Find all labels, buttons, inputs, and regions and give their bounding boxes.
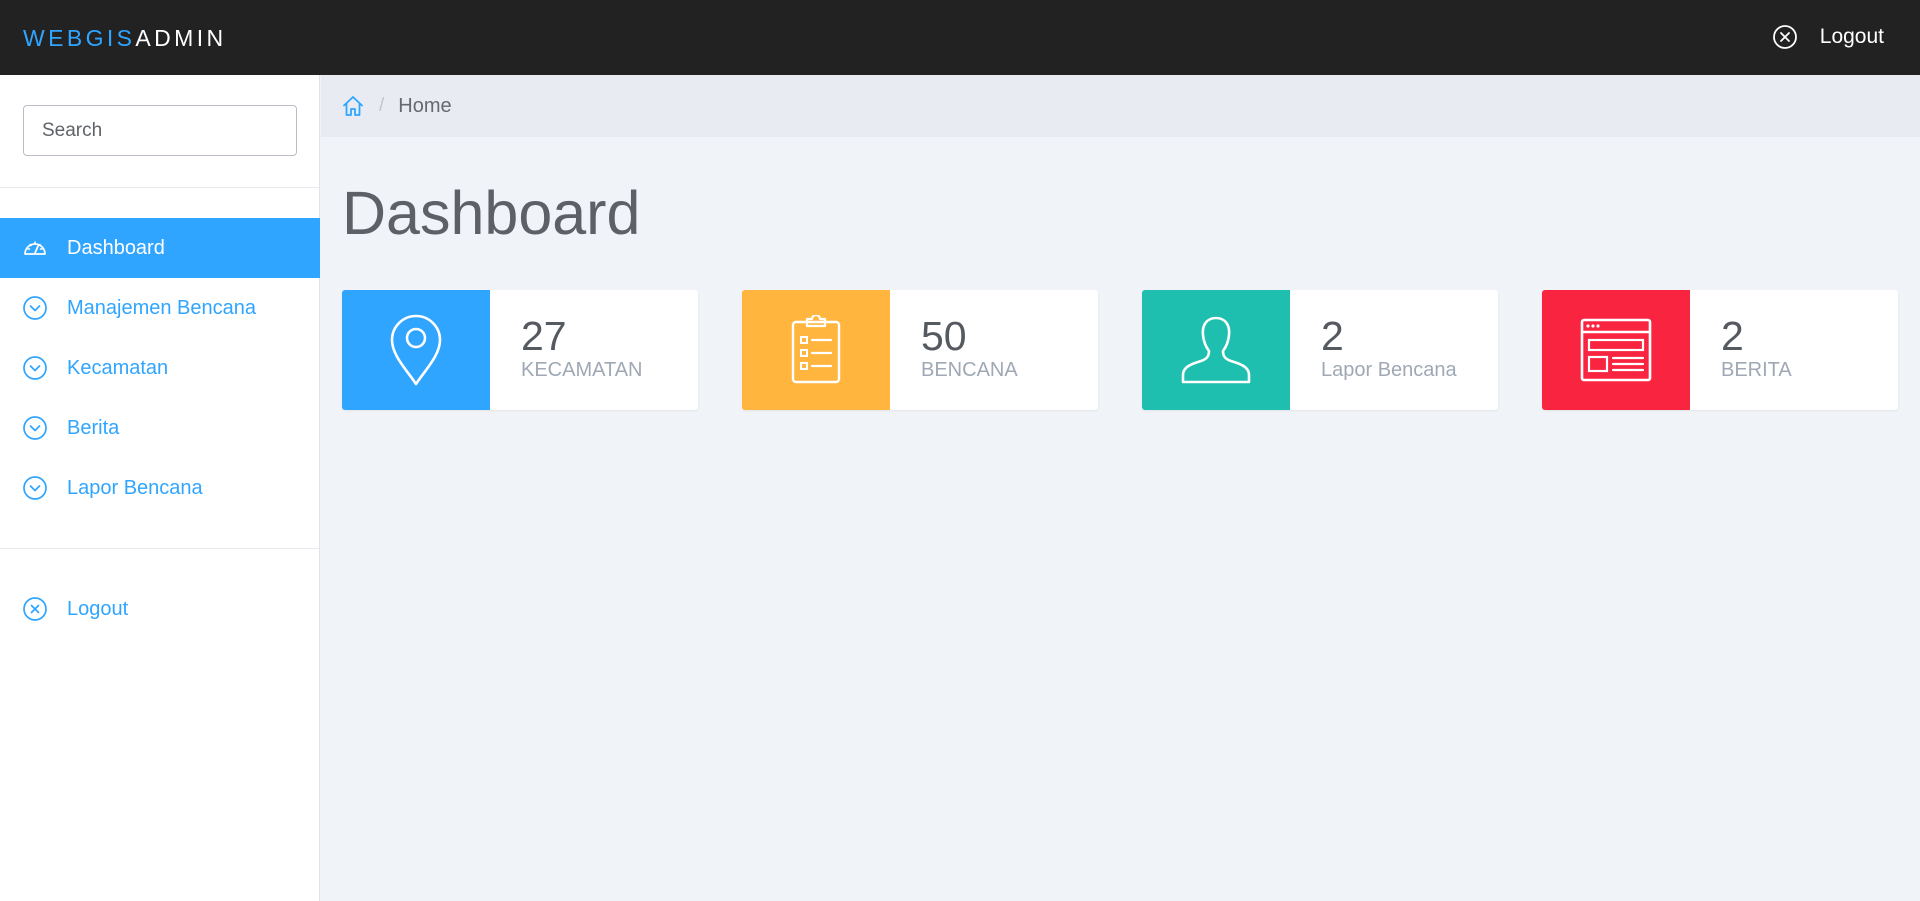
chevron-down-circle-icon [22,355,48,381]
stat-card-icon-box [342,290,490,410]
home-icon[interactable] [341,94,365,118]
breadcrumb: / Home [321,75,1920,137]
sidebar-item-label: Dashboard [67,236,165,259]
sidebar-menu: Dashboard Manajemen Bencana Kecamatan Be… [0,218,320,518]
stat-card-label: KECAMATAN [521,359,643,381]
search-input[interactable] [23,105,297,156]
sidebar-divider [0,548,320,549]
brand-part-webgis: WEBGIS [23,25,136,51]
user-icon [1181,316,1251,384]
sidebar-item-manajemen-bencana[interactable]: Manajemen Bencana [0,278,320,338]
stat-card-icon-box [742,290,890,410]
top-logout-button[interactable]: Logout [1772,22,1884,52]
stat-card-icon-box [1542,290,1690,410]
top-logout-label: Logout [1819,25,1884,48]
stat-card-berita[interactable]: 2 BERITA [1542,290,1898,410]
stat-card-value: 27 [521,313,567,359]
sidebar-item-lapor-bencana[interactable]: Lapor Bencana [0,458,320,518]
chevron-down-circle-icon [22,295,48,321]
sidebar-item-label: Logout [67,597,129,620]
sidebar-item-dashboard[interactable]: Dashboard [0,218,320,278]
chevron-down-circle-icon [22,475,48,501]
map-pin-icon [390,314,442,386]
stat-card-label: Lapor Bencana [1321,359,1457,381]
browser-window-icon [1580,318,1652,382]
stat-card-value: 2 [1321,313,1344,359]
brand-part-admin: ADMIN [135,25,227,51]
sidebar-item-logout[interactable]: Logout [0,579,320,639]
stat-card-bencana[interactable]: 50 BENCANA [742,290,1098,410]
stat-card-value: 2 [1721,313,1744,359]
sidebar-item-label: Kecamatan [67,356,169,379]
stat-card-value: 50 [921,313,967,359]
clipboard-list-icon [791,315,841,384]
dashboard-gauge-icon [22,235,48,261]
page-title: Dashboard [342,179,641,247]
stat-card-kecamatan[interactable]: 27 KECAMATAN [342,290,698,410]
stat-card-icon-box [1142,290,1290,410]
sidebar-logout: Logout [0,579,320,639]
sidebar-item-label: Lapor Bencana [67,476,203,499]
breadcrumb-current: Home [398,94,452,117]
stat-card-label: BENCANA [921,359,1018,381]
close-circle-icon [22,596,48,622]
brand-logo[interactable]: WEBGISADMIN [23,24,227,52]
sidebar-divider [0,187,320,188]
sidebar-item-berita[interactable]: Berita [0,398,320,458]
sidebar-item-kecamatan[interactable]: Kecamatan [0,338,320,398]
stat-card-lapor-bencana[interactable]: 2 Lapor Bencana [1142,290,1498,410]
stat-card-label: BERITA [1721,359,1792,381]
top-navbar: WEBGISADMIN Logout [0,0,1920,75]
breadcrumb-separator: / [379,95,385,116]
close-circle-icon [1772,25,1797,49]
sidebar-item-label: Manajemen Bencana [67,296,257,319]
search-box [23,105,297,156]
chevron-down-circle-icon [22,415,48,441]
sidebar-item-label: Berita [67,416,120,439]
sidebar: Dashboard Manajemen Bencana Kecamatan Be… [0,75,320,901]
